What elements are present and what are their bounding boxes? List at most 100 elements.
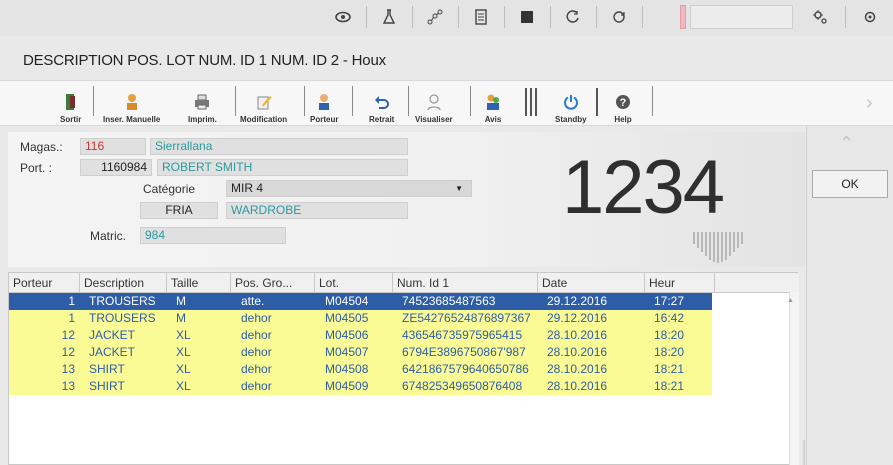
barcode-divider xyxy=(525,88,537,116)
chevron-right-icon[interactable]: › xyxy=(866,92,873,115)
fria-field[interactable]: FRIA xyxy=(140,202,218,219)
column-header-pos-gro[interactable]: Pos. Gro... xyxy=(231,273,315,293)
table-scrollbar[interactable] xyxy=(789,292,799,465)
barcode-arrow-icon xyxy=(693,232,743,263)
exit-door-icon xyxy=(62,93,80,111)
chevron-up-icon[interactable]: ⌃ xyxy=(839,133,854,154)
network-icon[interactable] xyxy=(415,4,455,30)
visualiser-button[interactable]: Visualiser xyxy=(415,82,453,124)
cell-num-id-1: 74523685487563 xyxy=(402,294,496,308)
modification-button[interactable]: Modification xyxy=(240,82,287,124)
cell-date: 29.12.2016 xyxy=(547,311,608,325)
table-row[interactable]: 13 SHIRT XL dehor M04508 6421867579640650786 2… xyxy=(9,361,712,378)
cell-porteur: 12 xyxy=(61,328,75,342)
cell-date: 28.10.2016 xyxy=(547,379,608,393)
cell-description: SHIRT xyxy=(89,379,125,393)
table-row[interactable]: 12 JACKET XL dehor M04506 436546735975965415 2… xyxy=(9,327,712,344)
inser-manuelle-button[interactable]: Inser. Manuelle xyxy=(103,82,160,124)
cell-heur: 17:27 xyxy=(654,294,685,308)
eye-icon[interactable] xyxy=(323,4,363,30)
cell-description: TROUSERS xyxy=(89,294,156,308)
categorie-label: Catégorie xyxy=(143,182,196,196)
return-arrow-icon xyxy=(373,93,391,111)
square-icon[interactable] xyxy=(507,4,547,30)
cell-heur: 18:20 xyxy=(654,328,685,342)
refresh-icon[interactable] xyxy=(553,4,593,30)
help-icon: ? xyxy=(614,93,632,111)
sync-icon[interactable] xyxy=(599,4,639,30)
big-counter-number: 1234 xyxy=(562,145,725,230)
retrait-button[interactable]: Retrait xyxy=(369,82,394,124)
cell-porteur: 12 xyxy=(61,345,75,359)
table-row[interactable]: 13 SHIRT XL dehor M04509 674825349650876408 28… xyxy=(9,378,712,395)
cell-heur: 16:42 xyxy=(654,311,685,325)
column-header-description[interactable]: Description xyxy=(80,273,167,293)
avis-button[interactable]: Avis xyxy=(484,82,502,124)
cell-taille: XL xyxy=(176,345,191,359)
port-label: Port. : xyxy=(20,161,53,175)
cell-heur: 18:20 xyxy=(654,345,685,359)
column-header-heur[interactable]: Heur xyxy=(645,273,715,293)
port-id-field[interactable]: 1160984 xyxy=(80,159,152,176)
cell-lot: M04507 xyxy=(325,345,369,359)
cell-pos-gro: atte. xyxy=(241,294,265,308)
side-scrollbar-thumb[interactable] xyxy=(803,440,805,465)
magas-code-field[interactable]: 116 xyxy=(80,138,146,155)
cell-lot: M04504 xyxy=(325,294,369,308)
cell-taille: M xyxy=(176,311,186,325)
sortir-button[interactable]: Sortir xyxy=(60,82,81,124)
dropdown-arrow-icon: ▼ xyxy=(455,184,463,193)
cell-description: JACKET xyxy=(89,345,136,359)
power-icon xyxy=(562,93,580,111)
table-row[interactable]: 1 TROUSERS Matte. M04504 74523685487563 29.12… xyxy=(9,293,712,310)
column-header-lot[interactable]: Lot. xyxy=(315,273,393,293)
magas-name-field[interactable]: Sierrallana xyxy=(150,138,408,155)
record-icon[interactable] xyxy=(850,4,890,30)
cell-lot: M04508 xyxy=(325,362,369,376)
cell-lot: M04505 xyxy=(325,311,369,325)
scroll-up-icon[interactable]: ▲ xyxy=(787,297,794,304)
cell-num-id-1: 674825349650876408 xyxy=(402,379,523,393)
categorie-value: MIR 4 xyxy=(231,181,264,195)
categorie-select[interactable]: MIR 4 ▼ xyxy=(226,180,472,197)
document-icon[interactable] xyxy=(461,4,501,30)
ok-button[interactable]: OK xyxy=(812,170,888,198)
standby-button[interactable]: Standby xyxy=(555,82,587,124)
cell-pos-gro: dehor xyxy=(241,328,272,342)
divider-bars xyxy=(596,88,598,116)
cell-pos-gro: dehor xyxy=(241,311,272,325)
cell-date: 29.12.2016 xyxy=(547,294,608,308)
imprim-button[interactable]: Imprim. xyxy=(188,82,217,124)
cell-taille: M xyxy=(176,294,186,308)
cell-heur: 18:21 xyxy=(654,379,685,393)
table-row[interactable]: 12 JACKET XL dehor M04507 6794E3896750867'987… xyxy=(9,344,712,361)
matric-field[interactable]: 984 xyxy=(140,227,286,244)
cell-pos-gro: dehor xyxy=(241,379,272,393)
cell-date: 28.10.2016 xyxy=(547,362,608,376)
person-insert-icon xyxy=(123,93,141,111)
wardrobe-field[interactable]: WARDROBE xyxy=(226,202,408,219)
view-person-icon xyxy=(425,93,443,111)
system-slot xyxy=(690,5,793,29)
cell-lot: M04506 xyxy=(325,328,369,342)
cell-porteur: 13 xyxy=(61,379,75,393)
column-header-num-id-1[interactable]: Num. Id 1 xyxy=(393,273,538,293)
column-header-date[interactable]: Date xyxy=(538,273,645,293)
cell-heur: 18:21 xyxy=(654,362,685,376)
cell-taille: XL xyxy=(176,379,191,393)
column-header-porteur[interactable]: Porteur xyxy=(9,273,80,293)
notice-people-icon xyxy=(484,93,502,111)
gear-icon[interactable] xyxy=(800,4,840,30)
magas-label: Magas.: xyxy=(20,140,63,154)
column-header-taille[interactable]: Taille xyxy=(167,273,231,293)
porteur-button[interactable]: Porteur xyxy=(310,82,338,124)
table-row[interactable]: 1 TROUSERS Mdehor M04505 ZE54276524876897367… xyxy=(9,310,712,327)
cell-num-id-1: 436546735975965415 xyxy=(402,328,523,342)
port-name-field[interactable]: ROBERT SMITH xyxy=(157,159,408,176)
help-button[interactable]: ? Help xyxy=(614,82,632,124)
status-indicator xyxy=(680,5,686,29)
cell-num-id-1: 6421867579640650786 xyxy=(402,362,529,376)
flask-icon[interactable] xyxy=(369,4,409,30)
cell-porteur: 1 xyxy=(68,311,75,325)
table-header: Porteur Description Taille Pos. Gro... L… xyxy=(9,273,799,293)
